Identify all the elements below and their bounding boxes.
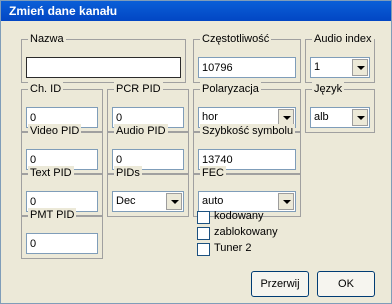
nazwa-label: Nazwa [28,32,66,46]
jezyk-label: Język [312,82,345,96]
ch-id-label: Ch. ID [28,82,64,96]
jezyk-group: Język alb [305,82,375,133]
dialog-title: Zmień dane kanału [1,1,391,21]
czestotliwosc-group: Częstotliwość [193,32,301,83]
nazwa-group: Nazwa [21,32,186,83]
fec-value: auto [202,195,224,207]
polaryzacja-value: hor [202,111,218,123]
kodowany-label: kodowany [214,210,264,222]
czestotliwosc-text[interactable] [199,58,295,77]
video-pid-label: Video PID [28,124,82,138]
chevron-down-icon[interactable] [352,59,368,76]
fec-select[interactable]: auto [198,191,296,212]
text-pid-label: Text PID [28,166,74,180]
audio-index-value: 1 [314,61,321,73]
jezyk-value: alb [314,111,329,123]
audio-index-group: Audio index 1 [305,32,375,83]
pids-label: PIDs [114,166,142,180]
chevron-down-icon[interactable] [278,193,294,210]
pids-select[interactable]: Dec [112,191,184,212]
kodowany-checkbox[interactable]: kodowany [197,210,307,225]
pids-group: PIDs Dec [107,166,189,217]
pmt-pid-text[interactable] [27,234,97,253]
czestotliwosc-input[interactable] [198,57,296,78]
audio-index-label: Audio index [312,32,374,46]
przerwij-button[interactable]: Przerwij [251,271,309,297]
polaryzacja-label: Polaryzacja [200,82,261,96]
zablokowany-checkbox[interactable]: zablokowany [197,226,307,241]
ok-button[interactable]: OK [317,271,375,297]
checkbox-box[interactable] [197,227,210,240]
checkbox-box[interactable] [197,243,210,256]
chevron-down-icon[interactable] [352,109,368,126]
szybkosc-label: Szybkość symbolu [200,124,296,138]
pids-value: Dec [116,195,136,207]
nazwa-input[interactable] [26,57,181,78]
pcr-pid-label: PCR PID [114,82,163,96]
czestotliwosc-label: Częstotliwość [200,32,272,46]
chevron-down-icon[interactable] [166,193,182,210]
zablokowany-label: zablokowany [214,226,278,238]
pmt-pid-input[interactable] [26,233,98,254]
tuner2-checkbox[interactable]: Tuner 2 [197,242,307,257]
tuner2-label: Tuner 2 [214,242,252,254]
jezyk-select[interactable]: alb [310,107,370,128]
audio-pid-label: Audio PID [114,124,168,138]
fec-label: FEC [200,166,226,180]
edit-channel-dialog: Zmień dane kanału Nazwa Częstotliwość Au… [0,0,392,304]
pmt-pid-group: PMT PID [21,208,103,259]
channel-form: Nazwa Częstotliwość Audio index 1 Ch. ID [11,27,383,297]
checkbox-box[interactable] [197,211,210,224]
audio-index-select[interactable]: 1 [310,57,370,78]
nazwa-text[interactable] [27,58,180,77]
pmt-pid-label: PMT PID [28,208,77,222]
